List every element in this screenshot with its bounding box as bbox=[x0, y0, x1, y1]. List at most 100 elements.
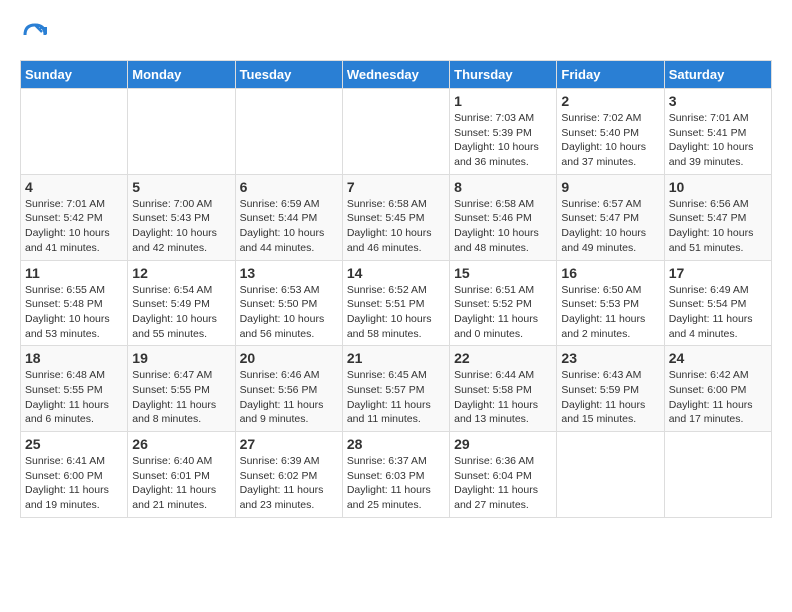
daylight-label: Daylight: 11 hours and 21 minutes. bbox=[132, 484, 216, 511]
day-number: 5 bbox=[132, 179, 230, 195]
day-info: Sunrise: 6:46 AM Sunset: 5:56 PM Dayligh… bbox=[240, 368, 338, 427]
calendar-cell: 26 Sunrise: 6:40 AM Sunset: 6:01 PM Dayl… bbox=[128, 432, 235, 518]
daylight-label: Daylight: 10 hours and 55 minutes. bbox=[132, 313, 217, 340]
header-monday: Monday bbox=[128, 61, 235, 89]
sunset-label: Sunset: 5:50 PM bbox=[240, 298, 318, 310]
sunset-label: Sunset: 5:39 PM bbox=[454, 127, 532, 139]
sunrise-label: Sunrise: 6:43 AM bbox=[561, 369, 641, 381]
day-number: 14 bbox=[347, 265, 445, 281]
daylight-label: Daylight: 11 hours and 13 minutes. bbox=[454, 399, 538, 426]
sunrise-label: Sunrise: 6:41 AM bbox=[25, 455, 105, 467]
calendar-cell: 12 Sunrise: 6:54 AM Sunset: 5:49 PM Dayl… bbox=[128, 260, 235, 346]
day-info: Sunrise: 7:02 AM Sunset: 5:40 PM Dayligh… bbox=[561, 111, 659, 170]
calendar-week-row: 25 Sunrise: 6:41 AM Sunset: 6:00 PM Dayl… bbox=[21, 432, 772, 518]
header-friday: Friday bbox=[557, 61, 664, 89]
sunrise-label: Sunrise: 6:54 AM bbox=[132, 284, 212, 296]
header-sunday: Sunday bbox=[21, 61, 128, 89]
sunrise-label: Sunrise: 7:01 AM bbox=[669, 112, 749, 124]
sunrise-label: Sunrise: 6:59 AM bbox=[240, 198, 320, 210]
sunset-label: Sunset: 5:59 PM bbox=[561, 384, 639, 396]
day-info: Sunrise: 6:43 AM Sunset: 5:59 PM Dayligh… bbox=[561, 368, 659, 427]
day-info: Sunrise: 7:00 AM Sunset: 5:43 PM Dayligh… bbox=[132, 197, 230, 256]
header-saturday: Saturday bbox=[664, 61, 771, 89]
day-number: 7 bbox=[347, 179, 445, 195]
calendar-table: SundayMondayTuesdayWednesdayThursdayFrid… bbox=[20, 60, 772, 518]
calendar-cell bbox=[342, 89, 449, 175]
day-number: 11 bbox=[25, 265, 123, 281]
day-number: 20 bbox=[240, 350, 338, 366]
sunset-label: Sunset: 5:57 PM bbox=[347, 384, 425, 396]
calendar-cell: 16 Sunrise: 6:50 AM Sunset: 5:53 PM Dayl… bbox=[557, 260, 664, 346]
daylight-label: Daylight: 10 hours and 48 minutes. bbox=[454, 227, 539, 254]
sunset-label: Sunset: 5:47 PM bbox=[561, 212, 639, 224]
sunset-label: Sunset: 6:00 PM bbox=[25, 470, 103, 482]
calendar-cell bbox=[21, 89, 128, 175]
daylight-label: Daylight: 11 hours and 25 minutes. bbox=[347, 484, 431, 511]
logo-icon bbox=[20, 20, 50, 50]
day-number: 13 bbox=[240, 265, 338, 281]
day-number: 1 bbox=[454, 93, 552, 109]
day-info: Sunrise: 6:59 AM Sunset: 5:44 PM Dayligh… bbox=[240, 197, 338, 256]
day-info: Sunrise: 6:39 AM Sunset: 6:02 PM Dayligh… bbox=[240, 454, 338, 513]
sunrise-label: Sunrise: 7:01 AM bbox=[25, 198, 105, 210]
day-number: 3 bbox=[669, 93, 767, 109]
sunset-label: Sunset: 6:00 PM bbox=[669, 384, 747, 396]
sunrise-label: Sunrise: 6:55 AM bbox=[25, 284, 105, 296]
calendar-cell: 17 Sunrise: 6:49 AM Sunset: 5:54 PM Dayl… bbox=[664, 260, 771, 346]
sunset-label: Sunset: 6:03 PM bbox=[347, 470, 425, 482]
header-wednesday: Wednesday bbox=[342, 61, 449, 89]
sunset-label: Sunset: 5:54 PM bbox=[669, 298, 747, 310]
calendar-cell: 18 Sunrise: 6:48 AM Sunset: 5:55 PM Dayl… bbox=[21, 346, 128, 432]
day-number: 15 bbox=[454, 265, 552, 281]
calendar-cell: 27 Sunrise: 6:39 AM Sunset: 6:02 PM Dayl… bbox=[235, 432, 342, 518]
sunrise-label: Sunrise: 6:42 AM bbox=[669, 369, 749, 381]
day-info: Sunrise: 6:57 AM Sunset: 5:47 PM Dayligh… bbox=[561, 197, 659, 256]
daylight-label: Daylight: 10 hours and 41 minutes. bbox=[25, 227, 110, 254]
day-number: 2 bbox=[561, 93, 659, 109]
day-info: Sunrise: 7:01 AM Sunset: 5:42 PM Dayligh… bbox=[25, 197, 123, 256]
sunset-label: Sunset: 5:44 PM bbox=[240, 212, 318, 224]
day-info: Sunrise: 6:37 AM Sunset: 6:03 PM Dayligh… bbox=[347, 454, 445, 513]
sunrise-label: Sunrise: 6:51 AM bbox=[454, 284, 534, 296]
calendar-cell: 24 Sunrise: 6:42 AM Sunset: 6:00 PM Dayl… bbox=[664, 346, 771, 432]
calendar-cell: 15 Sunrise: 6:51 AM Sunset: 5:52 PM Dayl… bbox=[450, 260, 557, 346]
header-tuesday: Tuesday bbox=[235, 61, 342, 89]
calendar-cell: 28 Sunrise: 6:37 AM Sunset: 6:03 PM Dayl… bbox=[342, 432, 449, 518]
daylight-label: Daylight: 10 hours and 53 minutes. bbox=[25, 313, 110, 340]
sunrise-label: Sunrise: 6:36 AM bbox=[454, 455, 534, 467]
calendar-cell: 14 Sunrise: 6:52 AM Sunset: 5:51 PM Dayl… bbox=[342, 260, 449, 346]
sunset-label: Sunset: 5:41 PM bbox=[669, 127, 747, 139]
sunrise-label: Sunrise: 7:03 AM bbox=[454, 112, 534, 124]
calendar-cell: 25 Sunrise: 6:41 AM Sunset: 6:00 PM Dayl… bbox=[21, 432, 128, 518]
daylight-label: Daylight: 10 hours and 46 minutes. bbox=[347, 227, 432, 254]
daylight-label: Daylight: 10 hours and 42 minutes. bbox=[132, 227, 217, 254]
daylight-label: Daylight: 10 hours and 49 minutes. bbox=[561, 227, 646, 254]
day-info: Sunrise: 6:42 AM Sunset: 6:00 PM Dayligh… bbox=[669, 368, 767, 427]
daylight-label: Daylight: 11 hours and 8 minutes. bbox=[132, 399, 216, 426]
daylight-label: Daylight: 11 hours and 4 minutes. bbox=[669, 313, 753, 340]
sunset-label: Sunset: 6:04 PM bbox=[454, 470, 532, 482]
daylight-label: Daylight: 11 hours and 23 minutes. bbox=[240, 484, 324, 511]
logo bbox=[20, 20, 54, 50]
sunrise-label: Sunrise: 6:40 AM bbox=[132, 455, 212, 467]
sunset-label: Sunset: 5:55 PM bbox=[132, 384, 210, 396]
calendar-cell: 29 Sunrise: 6:36 AM Sunset: 6:04 PM Dayl… bbox=[450, 432, 557, 518]
day-info: Sunrise: 6:52 AM Sunset: 5:51 PM Dayligh… bbox=[347, 283, 445, 342]
day-number: 9 bbox=[561, 179, 659, 195]
daylight-label: Daylight: 10 hours and 56 minutes. bbox=[240, 313, 325, 340]
day-info: Sunrise: 6:47 AM Sunset: 5:55 PM Dayligh… bbox=[132, 368, 230, 427]
sunrise-label: Sunrise: 6:49 AM bbox=[669, 284, 749, 296]
calendar-cell: 4 Sunrise: 7:01 AM Sunset: 5:42 PM Dayli… bbox=[21, 174, 128, 260]
sunrise-label: Sunrise: 6:47 AM bbox=[132, 369, 212, 381]
daylight-label: Daylight: 11 hours and 17 minutes. bbox=[669, 399, 753, 426]
calendar-cell: 2 Sunrise: 7:02 AM Sunset: 5:40 PM Dayli… bbox=[557, 89, 664, 175]
day-number: 12 bbox=[132, 265, 230, 281]
day-number: 21 bbox=[347, 350, 445, 366]
day-number: 18 bbox=[25, 350, 123, 366]
sunset-label: Sunset: 5:47 PM bbox=[669, 212, 747, 224]
day-number: 22 bbox=[454, 350, 552, 366]
sunset-label: Sunset: 5:43 PM bbox=[132, 212, 210, 224]
sunrise-label: Sunrise: 6:44 AM bbox=[454, 369, 534, 381]
day-number: 26 bbox=[132, 436, 230, 452]
calendar-cell: 21 Sunrise: 6:45 AM Sunset: 5:57 PM Dayl… bbox=[342, 346, 449, 432]
